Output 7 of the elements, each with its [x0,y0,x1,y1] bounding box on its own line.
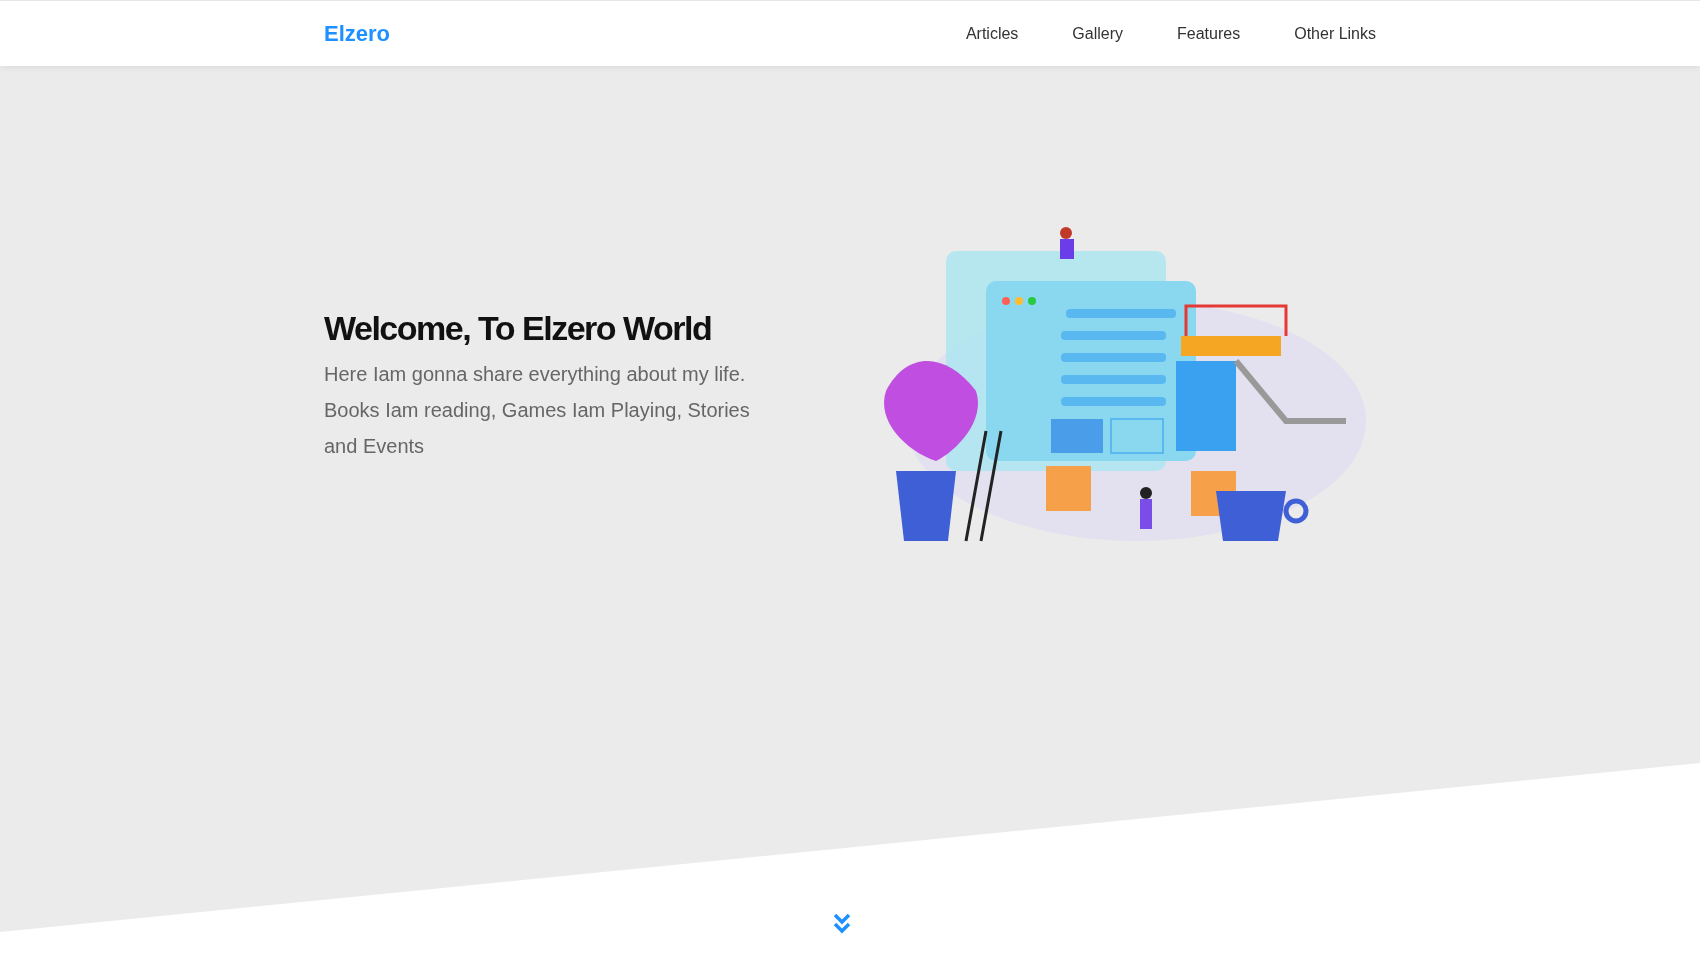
nav-link[interactable]: Gallery [1072,15,1124,52]
nav-link[interactable]: Other Links [1294,15,1376,52]
hero-description: Here Iam gonna share everything about my life. Books Iam reading, Games Iam Playing, Stories and Events [324,362,751,460]
scroll-down-icon[interactable] [832,912,852,936]
hero-title: Welcome, To Elzero World [324,307,713,349]
nav-link[interactable]: Features [1177,15,1241,52]
nav-link[interactable]: Articles [965,15,1019,52]
